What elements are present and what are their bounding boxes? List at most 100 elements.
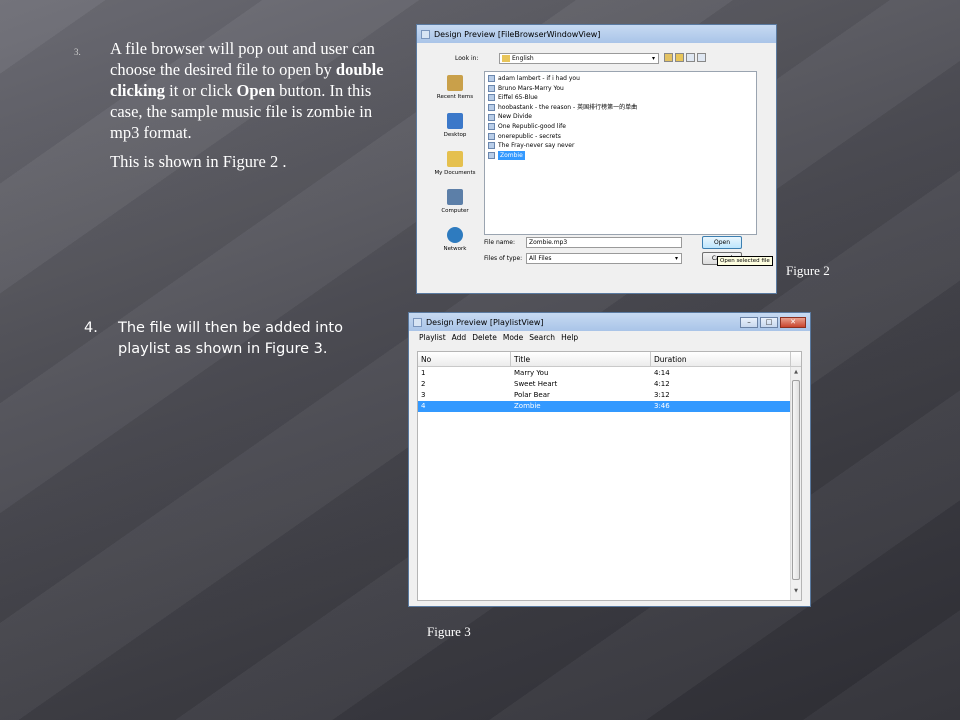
file-list[interactable]: adam lambert - if i had you Bruno Mars-M… (484, 71, 757, 235)
playlist-table[interactable]: No Title Duration 1 Marry You 4:14 2 Sweet … (417, 351, 802, 601)
file-name-label: File name: (484, 239, 515, 246)
cell-title: Marry You (514, 369, 549, 377)
details-view-icon[interactable] (697, 53, 706, 62)
close-button[interactable]: ✕ (780, 316, 806, 328)
menu-playlist[interactable]: Playlist (419, 331, 446, 344)
scroll-down-icon[interactable]: ▼ (792, 588, 800, 598)
menu-help[interactable]: Help (561, 331, 578, 344)
window-controls: – □ ✕ (740, 316, 806, 328)
up-folder-icon[interactable] (664, 53, 673, 62)
place-desktop[interactable]: Desktop (427, 113, 483, 151)
files-of-type-dropdown[interactable]: All Files ▾ (526, 253, 682, 264)
look-in-label: Look in: (455, 55, 479, 62)
step-4-text-block: 4. The file will then be added into play… (84, 318, 354, 360)
cell-duration: 3:46 (654, 402, 670, 410)
place-label: Recent Items (436, 94, 474, 100)
column-header-no[interactable]: No (418, 352, 511, 366)
cell-duration: 4:12 (654, 380, 670, 388)
file-item[interactable]: One Republic-good life (488, 122, 753, 132)
cell-no: 3 (421, 391, 426, 399)
playlist-window: Design Preview [PlaylistView] – □ ✕ Play… (408, 312, 811, 607)
look-in-dropdown[interactable]: English ▾ (499, 53, 659, 64)
file-item[interactable]: onerepublic - secrets (488, 132, 753, 142)
place-my-documents[interactable]: My Documents (427, 151, 483, 189)
places-sidebar: Recent Items Desktop My Documents Comput… (427, 75, 483, 265)
audio-file-icon (488, 152, 495, 160)
file-name: Eiffel 65-Blue (498, 94, 538, 102)
file-name: New Divide (498, 113, 532, 121)
place-label: Desktop (443, 132, 467, 138)
file-item[interactable]: New Divide (488, 112, 753, 122)
step-3-text-block: 3. A file browser will pop out and user … (74, 38, 384, 172)
minimize-button[interactable]: – (740, 316, 758, 328)
table-header: No Title Duration (418, 352, 801, 367)
file-name: Zombie (498, 150, 525, 161)
file-name: One Republic-good life (498, 122, 566, 130)
maximize-button[interactable]: □ (760, 316, 778, 328)
place-network[interactable]: Network (427, 227, 483, 265)
place-label: My Documents (434, 170, 476, 176)
figure-3-caption: Figure 3 (427, 624, 471, 639)
cell-duration: 3:12 (654, 391, 670, 399)
vertical-scrollbar[interactable]: ▲ ▼ (790, 367, 801, 600)
audio-file-icon (488, 113, 495, 121)
file-name: hoobastank - the reason - 英国排行榜第一的单曲 (498, 103, 638, 111)
open-button[interactable]: Open (702, 236, 742, 249)
file-browser-titlebar[interactable]: Design Preview [FileBrowserWindowView] (417, 25, 776, 43)
column-header-duration[interactable]: Duration (651, 352, 791, 366)
recent-items-icon (447, 75, 463, 91)
table-row-selected[interactable]: 4 Zombie 3:46 (418, 401, 791, 412)
file-item-selected[interactable]: Zombie (488, 150, 753, 161)
cell-title: Sweet Heart (514, 380, 558, 388)
open-tooltip: Open selected file (717, 256, 773, 266)
file-item[interactable]: Bruno Mars-Marry You (488, 84, 753, 94)
dropdown-arrow-icon: ▾ (674, 255, 678, 262)
step-3-text-b: it or click (165, 81, 237, 100)
files-of-type-value: All Files (529, 255, 552, 262)
window-app-icon (421, 29, 430, 39)
audio-file-icon (488, 75, 495, 83)
step-3-number: 3. (74, 47, 81, 57)
playlist-menubar: Playlist Add Delete Mode Search Help (409, 331, 810, 344)
menu-delete[interactable]: Delete (472, 331, 497, 344)
files-of-type-label: Files of type: (484, 255, 523, 262)
step-3-bold-open: Open (236, 81, 276, 100)
place-recent-items[interactable]: Recent Items (427, 75, 483, 113)
window-app-icon (413, 317, 422, 327)
cell-no: 2 (421, 380, 426, 388)
scrollbar-thumb[interactable] (792, 380, 800, 580)
audio-file-icon (488, 104, 495, 112)
file-name: Bruno Mars-Marry You (498, 84, 564, 92)
folder-icon (502, 55, 510, 62)
cell-no: 1 (421, 369, 426, 377)
file-item[interactable]: adam lambert - if i had you (488, 74, 753, 84)
file-name-input[interactable]: Zombie.mp3 (526, 237, 682, 248)
table-row[interactable]: 1 Marry You 4:14 (418, 368, 791, 379)
file-name: The Fray-never say never (498, 142, 575, 150)
audio-file-icon (488, 123, 495, 131)
playlist-titlebar[interactable]: Design Preview [PlaylistView] – □ ✕ (409, 313, 810, 331)
table-row[interactable]: 2 Sweet Heart 4:12 (418, 379, 791, 390)
audio-file-icon (488, 142, 495, 150)
new-folder-icon[interactable] (675, 53, 684, 62)
file-item[interactable]: hoobastank - the reason - 英国排行榜第一的单曲 (488, 103, 753, 113)
menu-mode[interactable]: Mode (503, 331, 523, 344)
scroll-up-icon[interactable]: ▲ (792, 369, 800, 379)
audio-file-icon (488, 132, 495, 140)
menu-add[interactable]: Add (452, 331, 467, 344)
place-computer[interactable]: Computer (427, 189, 483, 227)
file-name: adam lambert - if i had you (498, 75, 580, 82)
playlist-title: Design Preview [PlaylistView] (426, 317, 544, 327)
file-browser-toolbar (664, 53, 706, 62)
column-header-title[interactable]: Title (511, 352, 651, 366)
table-row[interactable]: 3 Polar Bear 3:12 (418, 390, 791, 401)
file-item[interactable]: Eiffel 65-Blue (488, 93, 753, 103)
cell-no: 4 (421, 402, 426, 410)
look-in-value: English (512, 55, 534, 62)
file-name: onerepublic - secrets (498, 132, 561, 140)
file-item[interactable]: The Fray-never say never (488, 141, 753, 151)
menu-search[interactable]: Search (529, 331, 555, 344)
step-4-paragraph: The file will then be added into playlis… (118, 320, 343, 357)
desktop-icon (447, 113, 463, 129)
list-view-icon[interactable] (686, 53, 695, 62)
